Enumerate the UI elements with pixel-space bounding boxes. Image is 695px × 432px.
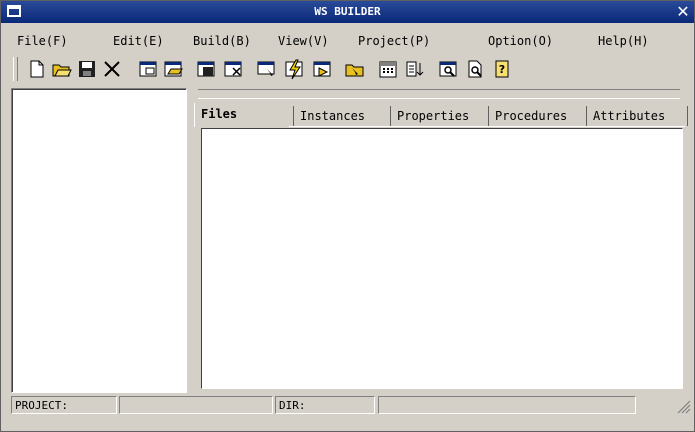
- document-search-icon[interactable]: [464, 58, 486, 80]
- splitter-handle[interactable]: [198, 89, 680, 99]
- status-bar: PROJECT: DIR:: [1, 394, 694, 416]
- tab-procedures[interactable]: Procedures: [488, 106, 584, 126]
- select-icon[interactable]: [255, 58, 277, 80]
- menu-option[interactable]: Option(O): [488, 34, 553, 48]
- toolbar-grip[interactable]: [13, 57, 18, 81]
- tab-properties[interactable]: Properties: [390, 106, 488, 126]
- new-window-icon[interactable]: [137, 58, 159, 80]
- delete-icon[interactable]: [101, 58, 123, 80]
- menu-view[interactable]: View(V): [278, 34, 329, 48]
- project-tree-pane[interactable]: [11, 88, 187, 393]
- open-folder-icon[interactable]: [51, 58, 73, 80]
- build-icon[interactable]: [283, 58, 305, 80]
- close-icon[interactable]: ✕: [674, 3, 692, 21]
- dir-label: DIR:: [275, 396, 375, 414]
- window-search-icon[interactable]: [437, 58, 459, 80]
- save-icon[interactable]: [76, 58, 98, 80]
- help-icon[interactable]: ?: [491, 58, 513, 80]
- title-bar[interactable]: WS BUILDER ✕: [1, 1, 694, 23]
- run-icon[interactable]: [311, 58, 333, 80]
- project-label: PROJECT:: [11, 396, 117, 414]
- folder-arrow-icon[interactable]: [344, 58, 366, 80]
- menu-file[interactable]: File(F): [17, 34, 68, 48]
- svg-text:?: ?: [499, 63, 505, 76]
- tab-instances[interactable]: Instances: [293, 106, 390, 126]
- open-window-icon[interactable]: [162, 58, 184, 80]
- app-window: WS BUILDER ✕ File(F) Edit(E) Build(B) Vi…: [0, 0, 695, 432]
- tab-attributes[interactable]: Attributes: [586, 106, 688, 126]
- resize-grip-icon[interactable]: [677, 400, 691, 414]
- menu-build[interactable]: Build(B): [193, 34, 251, 48]
- menu-project[interactable]: Project(P): [358, 34, 430, 48]
- calendar-icon[interactable]: [377, 58, 399, 80]
- menu-edit[interactable]: Edit(E): [113, 34, 164, 48]
- new-file-icon[interactable]: [26, 58, 48, 80]
- files-list-panel[interactable]: [201, 128, 683, 389]
- tab-bar: Files Instances Properties Procedures At…: [194, 103, 688, 127]
- tab-divider: [289, 126, 685, 127]
- save-window-icon[interactable]: [195, 58, 217, 80]
- toolbar: ?: [1, 54, 694, 84]
- dir-value: [378, 396, 636, 414]
- close-window-icon[interactable]: [222, 58, 244, 80]
- menu-help[interactable]: Help(H): [598, 34, 649, 48]
- tab-files[interactable]: Files: [194, 103, 293, 127]
- menu-bar: File(F) Edit(E) Build(B) View(V) Project…: [1, 34, 694, 50]
- window-title: WS BUILDER: [314, 5, 381, 18]
- project-value: [119, 396, 273, 414]
- list-sort-icon[interactable]: [404, 58, 426, 80]
